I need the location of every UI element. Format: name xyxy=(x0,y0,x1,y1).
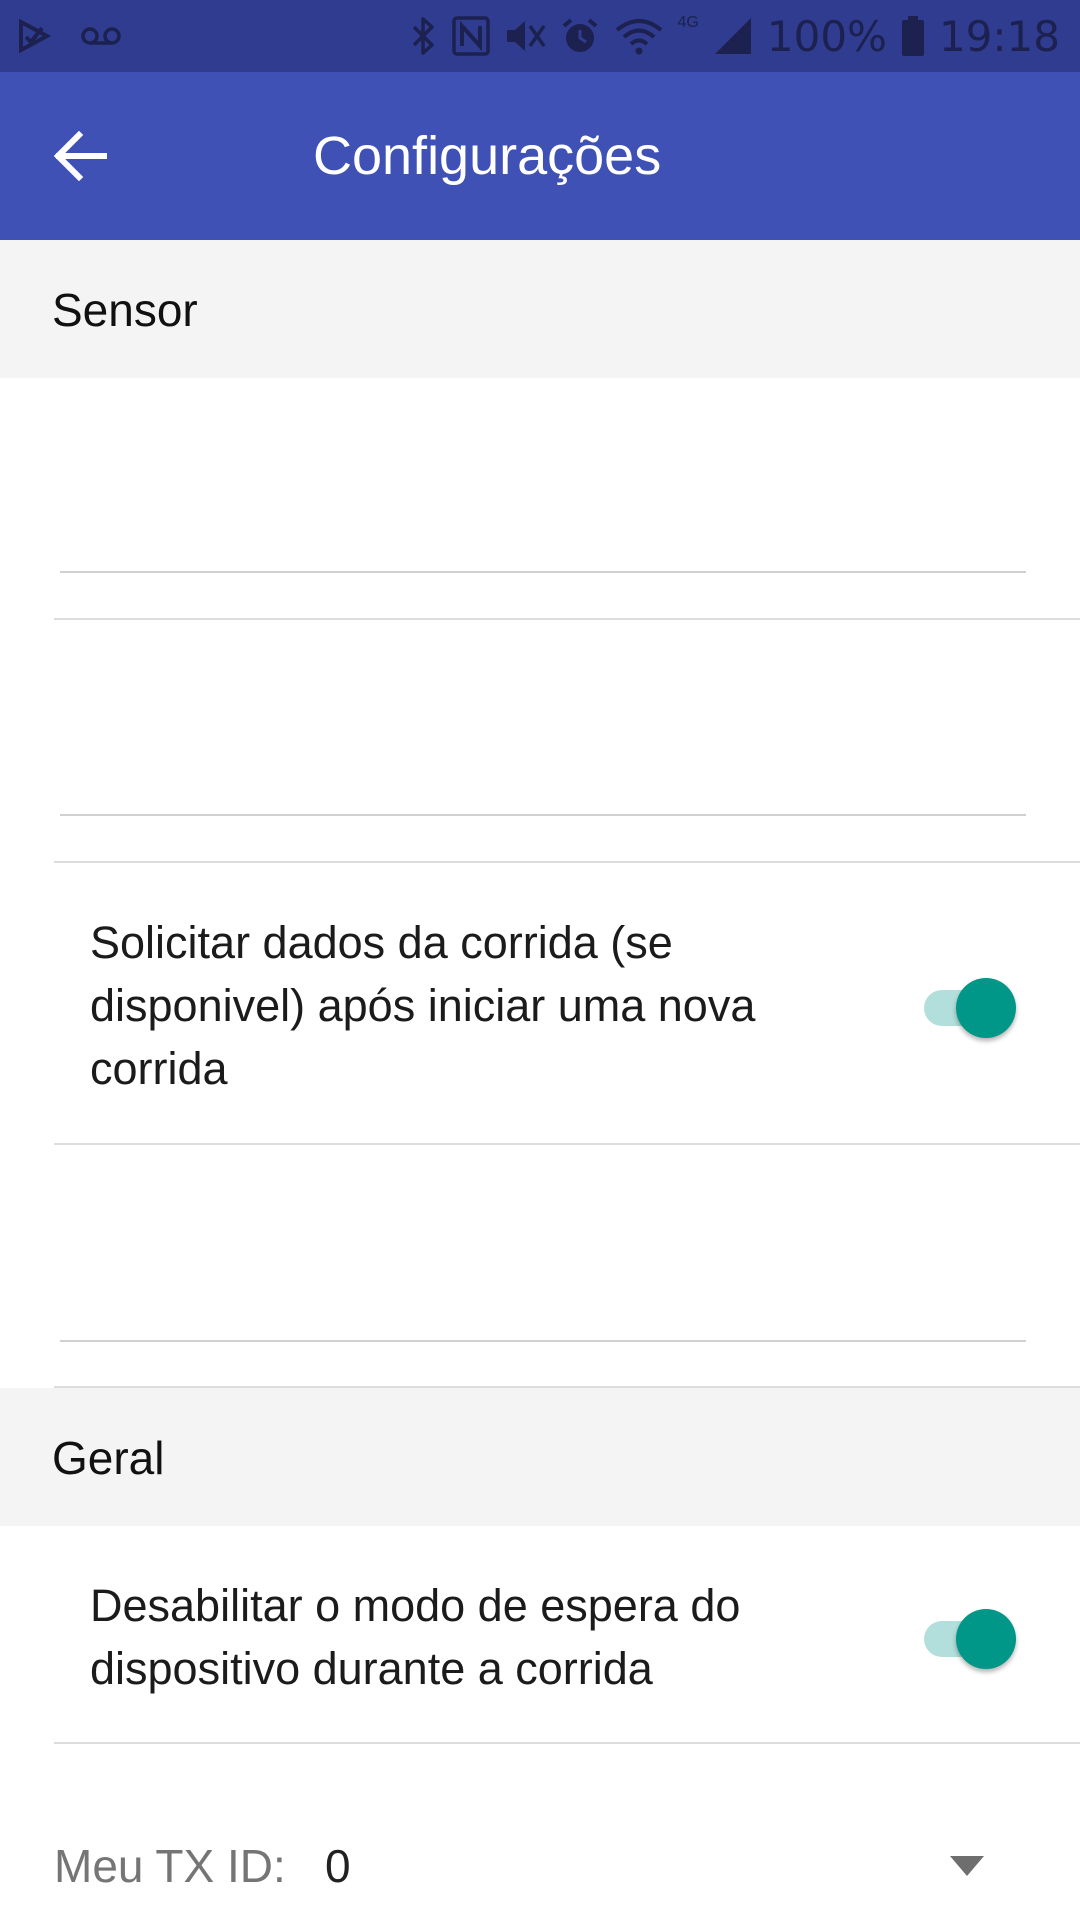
section-header-general: Geral xyxy=(0,1388,1080,1526)
clock-time: 19:18 xyxy=(938,11,1060,61)
status-left-icons xyxy=(18,14,122,58)
field-underline-1 xyxy=(60,571,1026,573)
wifi-icon xyxy=(615,19,662,55)
switch-request-run-data[interactable] xyxy=(916,970,1018,1038)
mute-icon xyxy=(506,21,545,51)
battery-percentage: 100% xyxy=(766,11,887,61)
battery-icon xyxy=(901,16,924,56)
pref-label-request-run-data: Solicitar dados da corrida (se disponive… xyxy=(90,917,756,1094)
section-header-sensor: Sensor xyxy=(0,240,1080,378)
bluetooth-icon xyxy=(412,17,434,55)
dropdown-arrow-icon[interactable] xyxy=(950,1856,984,1876)
switch-disable-standby[interactable] xyxy=(916,1601,1018,1669)
section-title-sensor: Sensor xyxy=(52,284,198,336)
pref-row-disable-standby[interactable]: Desabilitar o modo de espera do disposit… xyxy=(0,1526,1080,1742)
network-type-label: 4G xyxy=(677,14,699,31)
empty-field-1[interactable] xyxy=(0,378,1080,618)
play-check-icon xyxy=(19,19,52,53)
empty-field-3[interactable] xyxy=(0,1145,1080,1385)
field-underline-3 xyxy=(60,1340,1026,1342)
back-button[interactable] xyxy=(30,114,130,198)
status-bar: 4G 100% 19:18 xyxy=(0,0,1080,72)
tx-id-label: Meu TX ID: xyxy=(54,1840,286,1892)
switch-thumb xyxy=(956,978,1016,1038)
voicemail-icon xyxy=(81,27,121,45)
tx-id-select[interactable]: 0 xyxy=(325,1836,351,1896)
row-divider-5 xyxy=(54,1742,1080,1744)
pref-row-request-run-data[interactable]: Solicitar dados da corrida (se disponive… xyxy=(0,863,1080,1143)
signal-icon xyxy=(714,18,751,54)
app-bar: Configurações xyxy=(0,72,1080,240)
status-right-icons: 4G 100% 19:18 xyxy=(410,10,1060,62)
nfc-icon xyxy=(451,16,490,56)
field-underline-2 xyxy=(60,814,1026,816)
pref-label-disable-standby: Desabilitar o modo de espera do disposit… xyxy=(90,1580,741,1694)
page-title: Configurações xyxy=(313,126,662,186)
alarm-icon xyxy=(562,18,597,52)
empty-field-2[interactable] xyxy=(0,620,1080,860)
arrow-back-icon xyxy=(53,131,107,181)
section-title-general: Geral xyxy=(52,1432,165,1484)
switch-thumb xyxy=(956,1609,1016,1669)
